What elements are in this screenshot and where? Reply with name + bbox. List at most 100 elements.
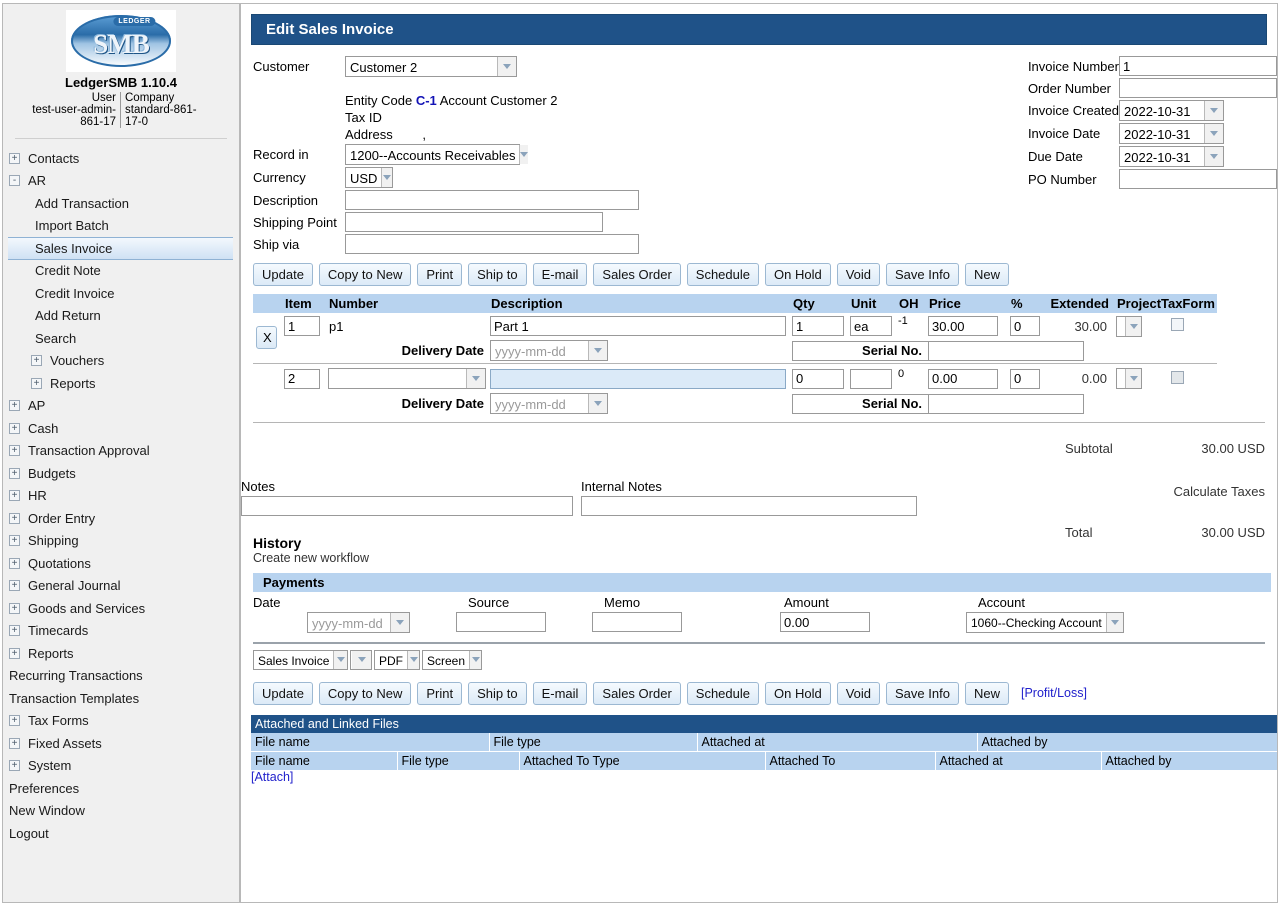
due-date-datepicker[interactable]: 2022-10-31 — [1119, 146, 1224, 167]
line-taxform-checkbox[interactable] — [1171, 370, 1184, 384]
expand-plus-icon[interactable]: + — [9, 760, 20, 772]
line-discount-input[interactable] — [1010, 368, 1040, 389]
sidebar-item-reports[interactable]: + Reports — [3, 642, 239, 665]
delivery-date-datepicker[interactable]: yyyy-mm-dd — [490, 393, 608, 414]
sidebar-item-order-entry[interactable]: + Order Entry — [3, 507, 239, 530]
save-info-button[interactable]: Save Info — [886, 263, 959, 286]
print-button[interactable]: Print — [417, 263, 463, 286]
delete-line-button[interactable]: X — [256, 326, 277, 350]
line-unit-input[interactable] — [850, 368, 892, 389]
calculate-taxes-row[interactable]: Calculate Taxes — [1065, 484, 1265, 499]
expand-plus-icon[interactable]: + — [9, 737, 20, 749]
expand-plus-icon[interactable]: + — [9, 580, 20, 592]
po-number-input[interactable] — [1119, 169, 1277, 189]
line-item-number-input[interactable] — [284, 368, 320, 389]
expand-plus-icon[interactable]: + — [9, 400, 20, 412]
chevron-down-icon[interactable] — [381, 168, 392, 187]
on-hold-button[interactable]: On Hold — [765, 681, 831, 705]
line-item-number-input[interactable] — [284, 316, 320, 336]
sidebar-item-logout[interactable]: Logout — [3, 822, 239, 845]
void-button[interactable]: Void — [836, 681, 881, 705]
chevron-down-icon[interactable] — [1125, 316, 1141, 336]
sidebar-item-import-batch[interactable]: Import Batch — [3, 215, 239, 238]
payment-date-datepicker[interactable]: yyyy-mm-dd — [307, 611, 410, 633]
description-input[interactable] — [345, 190, 639, 210]
internal-notes-input[interactable] — [581, 495, 917, 516]
expand-plus-icon[interactable]: + — [9, 467, 20, 479]
customer-select[interactable]: Customer 2 — [345, 56, 517, 77]
line-description-input[interactable] — [490, 368, 786, 389]
chevron-down-icon[interactable] — [497, 57, 516, 76]
line-serial-input[interactable] — [928, 393, 1084, 414]
print-format-select[interactable]: PDF — [374, 649, 420, 670]
expand-plus-icon[interactable]: + — [9, 647, 20, 659]
print-form-select[interactable]: Sales Invoice — [253, 649, 348, 670]
chevron-down-icon[interactable] — [466, 369, 485, 388]
line-taxform-checkbox[interactable] — [1171, 318, 1184, 331]
expand-plus-icon[interactable]: + — [31, 355, 42, 367]
sidebar-item-ap[interactable]: + AP — [3, 395, 239, 418]
sidebar-item-transaction-templates[interactable]: Transaction Templates — [3, 687, 239, 710]
expand-plus-icon[interactable]: + — [9, 535, 20, 547]
print-button[interactable]: Print — [417, 681, 463, 705]
ship-to-button[interactable]: Ship to — [468, 681, 527, 705]
sidebar-item-add-transaction[interactable]: Add Transaction — [3, 192, 239, 215]
payment-account-select[interactable]: 1060--Checking Account — [966, 611, 1124, 633]
sidebar-item-tax-forms[interactable]: + Tax Forms — [3, 710, 239, 733]
chevron-down-icon[interactable] — [333, 650, 347, 669]
email-button[interactable]: E-mail — [532, 263, 588, 286]
payment-memo-input[interactable] — [592, 612, 682, 632]
order-number-input[interactable] — [1119, 78, 1277, 98]
chevron-down-icon[interactable] — [588, 341, 607, 361]
invoice-created-datepicker[interactable]: 2022-10-31 — [1119, 100, 1224, 121]
sidebar-item-hr[interactable]: + HR — [3, 485, 239, 508]
sidebar-item-preferences[interactable]: Preferences — [3, 777, 239, 800]
copy-to-new-button[interactable]: Copy to New — [318, 681, 412, 705]
expand-plus-icon[interactable]: + — [9, 625, 20, 637]
ship-to-button[interactable]: Ship to — [468, 263, 527, 286]
chevron-down-icon[interactable] — [407, 650, 419, 669]
sidebar-item-shipping[interactable]: + Shipping — [3, 530, 239, 553]
chevron-down-icon[interactable] — [588, 394, 607, 413]
invoice-date-datepicker[interactable]: 2022-10-31 — [1119, 123, 1224, 144]
sidebar-item-vouchers[interactable]: + Vouchers — [3, 350, 239, 373]
sidebar-item-quotations[interactable]: + Quotations — [3, 552, 239, 575]
chevron-down-icon[interactable] — [1125, 369, 1141, 388]
sidebar-item-general-journal[interactable]: + General Journal — [3, 575, 239, 598]
save-info-button[interactable]: Save Info — [886, 681, 959, 705]
void-button[interactable]: Void — [836, 263, 881, 286]
sidebar-item-cash[interactable]: + Cash — [3, 417, 239, 440]
calendar-chevron-down-icon[interactable] — [390, 612, 409, 632]
notes-input[interactable] — [241, 495, 573, 516]
currency-select[interactable]: USD — [345, 167, 393, 188]
expand-plus-icon[interactable]: + — [9, 512, 20, 524]
sidebar-item-ar[interactable]: - AR — [3, 170, 239, 193]
sales-order-button[interactable]: Sales Order — [593, 681, 681, 705]
calendar-chevron-down-icon[interactable] — [1204, 124, 1223, 143]
on-hold-button[interactable]: On Hold — [765, 263, 831, 286]
line-project-select[interactable] — [1116, 315, 1142, 337]
expand-plus-icon[interactable]: + — [9, 602, 20, 614]
expand-plus-icon[interactable]: + — [9, 422, 20, 434]
calculate-taxes-label[interactable]: Calculate Taxes — [1173, 484, 1265, 499]
update-button[interactable]: Update — [253, 681, 313, 705]
sidebar-item-recurring-transactions[interactable]: Recurring Transactions — [3, 665, 239, 688]
line-qty-input[interactable] — [792, 316, 844, 336]
sidebar-item-reports[interactable]: + Reports — [3, 372, 239, 395]
expand-plus-icon[interactable]: + — [9, 490, 20, 502]
schedule-button[interactable]: Schedule — [686, 263, 759, 286]
invoice-number-input[interactable] — [1119, 56, 1277, 76]
sales-order-button[interactable]: Sales Order — [593, 263, 681, 286]
attach-link[interactable]: [Attach] — [251, 770, 1277, 784]
delivery-date-datepicker[interactable]: yyyy-mm-dd — [490, 340, 608, 362]
sidebar-item-transaction-approval[interactable]: + Transaction Approval — [3, 440, 239, 463]
sidebar-item-search[interactable]: Search — [3, 327, 239, 350]
sidebar-item-add-return[interactable]: Add Return — [3, 305, 239, 328]
sidebar-item-sales-invoice[interactable]: Sales Invoice — [8, 237, 233, 260]
line-number-select[interactable] — [328, 368, 486, 389]
line-serial-input[interactable] — [928, 340, 1084, 361]
ship-via-input[interactable] — [345, 234, 639, 254]
expand-plus-icon[interactable]: + — [9, 715, 20, 727]
record-in-select[interactable]: 1200--Accounts Receivables — [345, 144, 529, 165]
expand-plus-icon[interactable]: + — [9, 152, 20, 164]
